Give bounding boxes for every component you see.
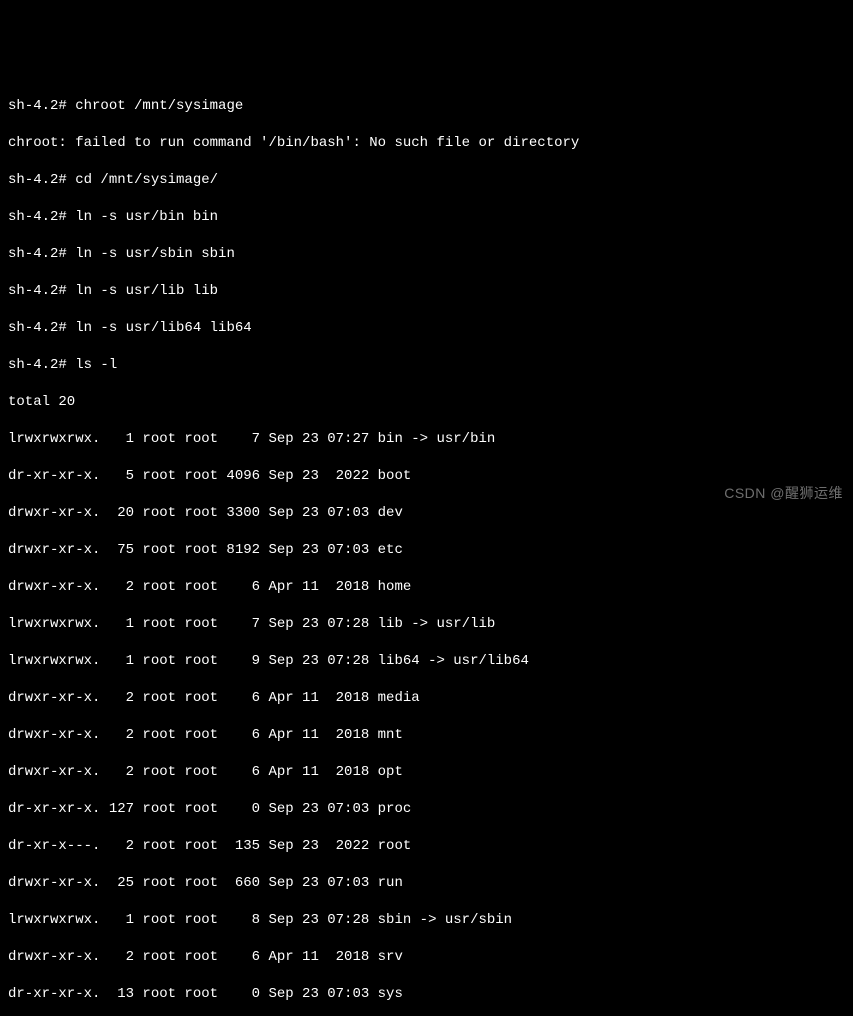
cmd-ls: ls -l [75, 357, 117, 373]
cmd-line-cd: sh-4.2# cd /mnt/sysimage/ [8, 171, 845, 190]
ls-row: lrwxrwxrwx. 1 root root 7 Sep 23 07:28 l… [8, 615, 845, 634]
cmd-line-ln-bin: sh-4.2# ln -s usr/bin bin [8, 208, 845, 227]
prompt: sh-4.2# [8, 246, 75, 262]
prompt: sh-4.2# [8, 320, 75, 336]
ls-row: drwxr-xr-x. 2 root root 6 Apr 11 2018 me… [8, 689, 845, 708]
terminal-output: sh-4.2# chroot /mnt/sysimage chroot: fai… [8, 78, 845, 1016]
cmd-line-chroot: sh-4.2# chroot /mnt/sysimage [8, 97, 845, 116]
ls-row: dr-xr-xr-x. 13 root root 0 Sep 23 07:03 … [8, 985, 845, 1004]
cmd-ln-lib: ln -s usr/lib lib [75, 283, 218, 299]
prompt: sh-4.2# [8, 172, 75, 188]
ls-row: drwxr-xr-x. 2 root root 6 Apr 11 2018 mn… [8, 726, 845, 745]
cmd-line-ln-lib64: sh-4.2# ln -s usr/lib64 lib64 [8, 319, 845, 338]
prompt: sh-4.2# [8, 283, 75, 299]
prompt: sh-4.2# [8, 98, 75, 114]
cmd-ln-lib64: ln -s usr/lib64 lib64 [75, 320, 251, 336]
ls-row: dr-xr-xr-x. 127 root root 0 Sep 23 07:03… [8, 800, 845, 819]
cmd-ln-sbin: ln -s usr/sbin sbin [75, 246, 235, 262]
cmd-chroot: chroot /mnt/sysimage [75, 98, 243, 114]
ls-row: lrwxrwxrwx. 1 root root 7 Sep 23 07:27 b… [8, 430, 845, 449]
cmd-line-ls: sh-4.2# ls -l [8, 356, 845, 375]
cmd-ln-bin: ln -s usr/bin bin [75, 209, 218, 225]
prompt: sh-4.2# [8, 209, 75, 225]
ls-row: drwxr-xr-x. 2 root root 6 Apr 11 2018 ho… [8, 578, 845, 597]
watermark: CSDN @醒狮运维 [724, 484, 843, 503]
ls-total: total 20 [8, 393, 845, 412]
ls-row: drwxr-xr-x. 20 root root 3300 Sep 23 07:… [8, 504, 845, 523]
ls-row: dr-xr-x---. 2 root root 135 Sep 23 2022 … [8, 837, 845, 856]
ls-row: dr-xr-xr-x. 5 root root 4096 Sep 23 2022… [8, 467, 845, 486]
cmd-line-ln-sbin: sh-4.2# ln -s usr/sbin sbin [8, 245, 845, 264]
ls-row: drwxr-xr-x. 2 root root 6 Apr 11 2018 op… [8, 763, 845, 782]
ls-row: lrwxrwxrwx. 1 root root 9 Sep 23 07:28 l… [8, 652, 845, 671]
ls-row: lrwxrwxrwx. 1 root root 8 Sep 23 07:28 s… [8, 911, 845, 930]
cmd-line-ln-lib: sh-4.2# ln -s usr/lib lib [8, 282, 845, 301]
ls-row: drwxr-xr-x. 2 root root 6 Apr 11 2018 sr… [8, 948, 845, 967]
ls-row: drwxr-xr-x. 75 root root 8192 Sep 23 07:… [8, 541, 845, 560]
chroot-error: chroot: failed to run command '/bin/bash… [8, 134, 845, 153]
ls-row: drwxr-xr-x. 25 root root 660 Sep 23 07:0… [8, 874, 845, 893]
prompt: sh-4.2# [8, 357, 75, 373]
cmd-cd: cd /mnt/sysimage/ [75, 172, 218, 188]
